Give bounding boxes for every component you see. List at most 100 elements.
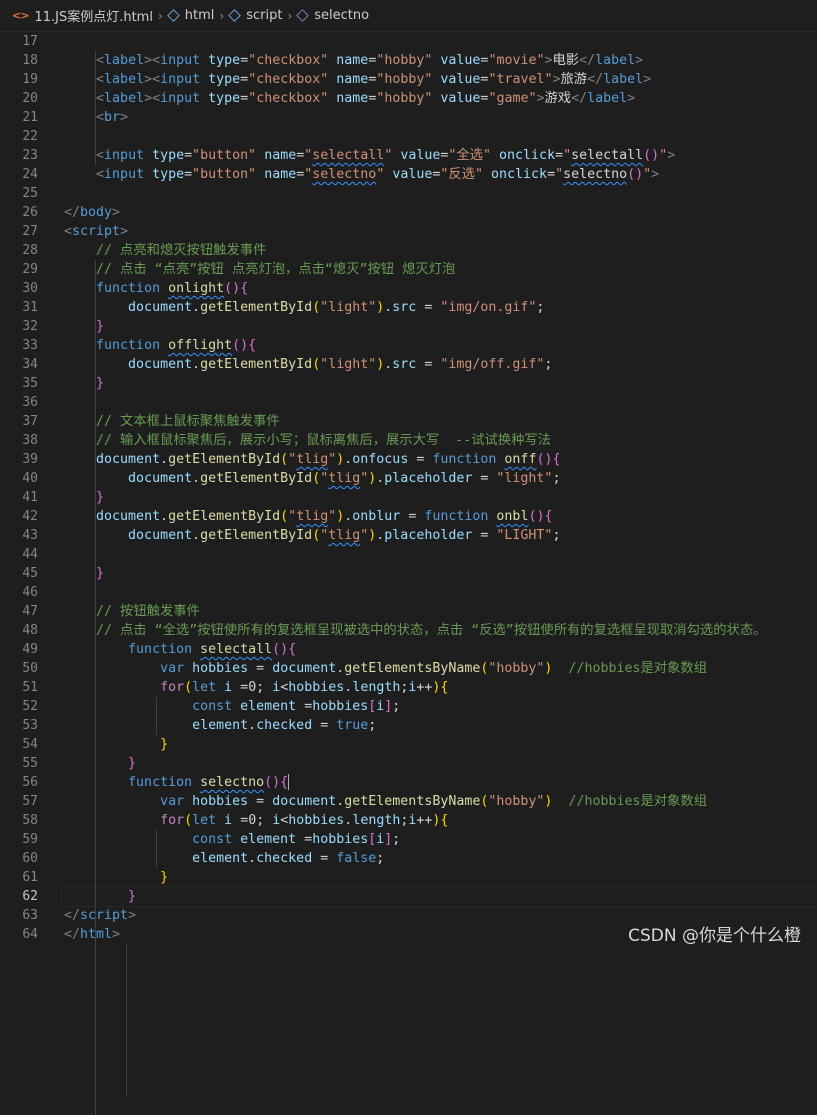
code-line[interactable]: <input type="button" name="selectno" val… [64,165,817,184]
code-token: true [336,718,369,733]
code-line[interactable]: <br> [64,108,817,127]
code-token: getElementsByName [344,661,481,676]
code-line[interactable] [64,127,817,146]
code-line[interactable]: <input type="button" name="selectall" va… [64,146,817,165]
code-token: = [400,509,425,524]
code-token: value [440,53,481,68]
code-line[interactable]: } [61,886,817,907]
code-line[interactable]: // 按钮触发事件 [64,602,817,621]
code-token: ; [376,851,385,866]
code-line[interactable]: <label><input type="checkbox" name="hobb… [64,89,817,108]
code-token: > [120,110,129,125]
code-line[interactable]: // 输入框鼠标聚焦后，展示小写；鼠标离焦后，展示大写 --试试换种写法 [64,431,817,450]
code-token: hobbies [192,794,249,809]
code-token: document [272,794,337,809]
code-token: hobbies [192,661,249,676]
line-number: 57 [22,794,38,809]
code-token: "img/off.gif" [440,357,545,372]
line-number: 49 [22,642,38,657]
code-line[interactable] [64,184,817,203]
code-line[interactable]: } [64,374,817,393]
code-line[interactable]: <label><input type="checkbox" name="hobb… [64,51,817,70]
code-token: tlig [296,452,329,467]
code-line[interactable]: document.getElementById("tlig").placehol… [64,469,817,488]
line-number-gutter: 17 18 19 20 21 22 23 24 25 26 27 28 29 30 31 32 33 34 35 36… [0,32,38,944]
code-token: "movie" [488,53,545,68]
code-token: label [104,72,145,87]
code-line[interactable]: } [64,488,817,507]
code-area[interactable]: <label><input type="checkbox" name="hobb… [61,32,817,944]
code-line[interactable]: // 点亮和熄灭按钮触发事件 [64,241,817,260]
code-line[interactable]: var hobbies = document.getElementsByName… [64,659,817,678]
code-token: tlig [296,509,329,524]
breadcrumb-item-script[interactable]: script [228,8,282,23]
watermark: CSDN @你是个什么橙 [628,926,801,946]
code-line[interactable]: function offlight(){ [64,336,817,355]
code-line[interactable]: document.getElementById("tlig").onfocus … [64,450,817,469]
code-line[interactable]: // 点击 “点亮”按钮 点亮灯泡，点击“熄灭”按钮 熄灭灯泡 [64,260,817,279]
code-token: > [536,91,545,106]
code-line[interactable]: document.getElementById("tlig").placehol… [64,526,817,545]
line-number: 24 [22,167,38,182]
line-number: 53 [22,718,38,733]
code-token: onblur [352,509,401,524]
code-token: onlight [168,281,225,296]
code-token: selectno [312,167,377,182]
code-token: for [160,813,185,828]
line-number: 39 [22,452,38,467]
code-token: "checkbox" [248,91,329,106]
element-icon [167,9,180,22]
breadcrumb-item-selectno[interactable]: selectno [296,8,369,23]
chevron-right-icon: › [157,8,163,23]
code-line[interactable] [64,32,817,51]
code-token: ( [312,300,321,315]
code-line[interactable]: function selectall(){ [64,640,817,659]
code-token: selectall [571,148,644,163]
code-line[interactable]: document.getElementById("tlig").onblur =… [64,507,817,526]
code-token: ( [280,509,289,524]
breadcrumb-file[interactable]: <> 11.JS案例点灯.html [12,6,153,25]
code-line[interactable]: document.getElementById("light").src = "… [64,355,817,374]
code-editor[interactable]: 17 18 19 20 21 22 23 24 25 26 27 28 29 30 31 32 33 34 35 36… [0,32,817,1115]
code-line[interactable]: function onlight(){ [64,279,817,298]
code-token: // 点亮和熄灭按钮触发事件 [96,243,267,258]
code-token: < [96,72,105,87]
code-line[interactable]: for(let i =0; i<hobbies.length;i++){ [64,678,817,697]
code-line[interactable]: } [64,868,817,887]
code-line[interactable]: <script> [64,222,817,241]
code-line[interactable]: // 点击 “全选”按钮使所有的复选框呈现被选中的状态，点击 “反选”按钮使所有… [64,621,817,640]
code-line[interactable]: element.checked = true; [64,716,817,735]
code-line[interactable]: document.getElementById("light").src = "… [64,298,817,317]
code-line[interactable]: <label><input type="checkbox" name="hobb… [64,70,817,89]
code-token: = [240,91,249,106]
code-token: () [627,167,644,182]
code-line[interactable]: } [64,317,817,336]
code-line[interactable]: var hobbies = document.getElementsByName… [64,792,817,811]
code-line[interactable] [64,545,817,564]
code-token: getElementById [200,471,313,486]
breadcrumb-item-html[interactable]: html [167,8,214,23]
code-line[interactable] [64,583,817,602]
code-line[interactable]: function selectno(){ [64,773,817,792]
code-line[interactable] [64,393,817,412]
code-line[interactable]: </body> [64,203,817,222]
code-line[interactable]: } [64,735,817,754]
code-line[interactable]: } [64,564,817,583]
code-token: selectall [200,642,273,657]
code-line[interactable]: for(let i =0; i<hobbies.length;i++){ [64,811,817,830]
line-number: 36 [22,395,38,410]
code-line[interactable]: const element =hobbies[i]; [64,697,817,716]
code-line[interactable]: } [64,754,817,773]
code-line[interactable]: // 文本框上鼠标聚焦触发事件 [64,412,817,431]
code-line[interactable]: element.checked = false; [64,849,817,868]
code-token: value [400,148,441,163]
code-line[interactable]: const element =hobbies[i]; [64,830,817,849]
code-token: (){ [528,509,553,524]
